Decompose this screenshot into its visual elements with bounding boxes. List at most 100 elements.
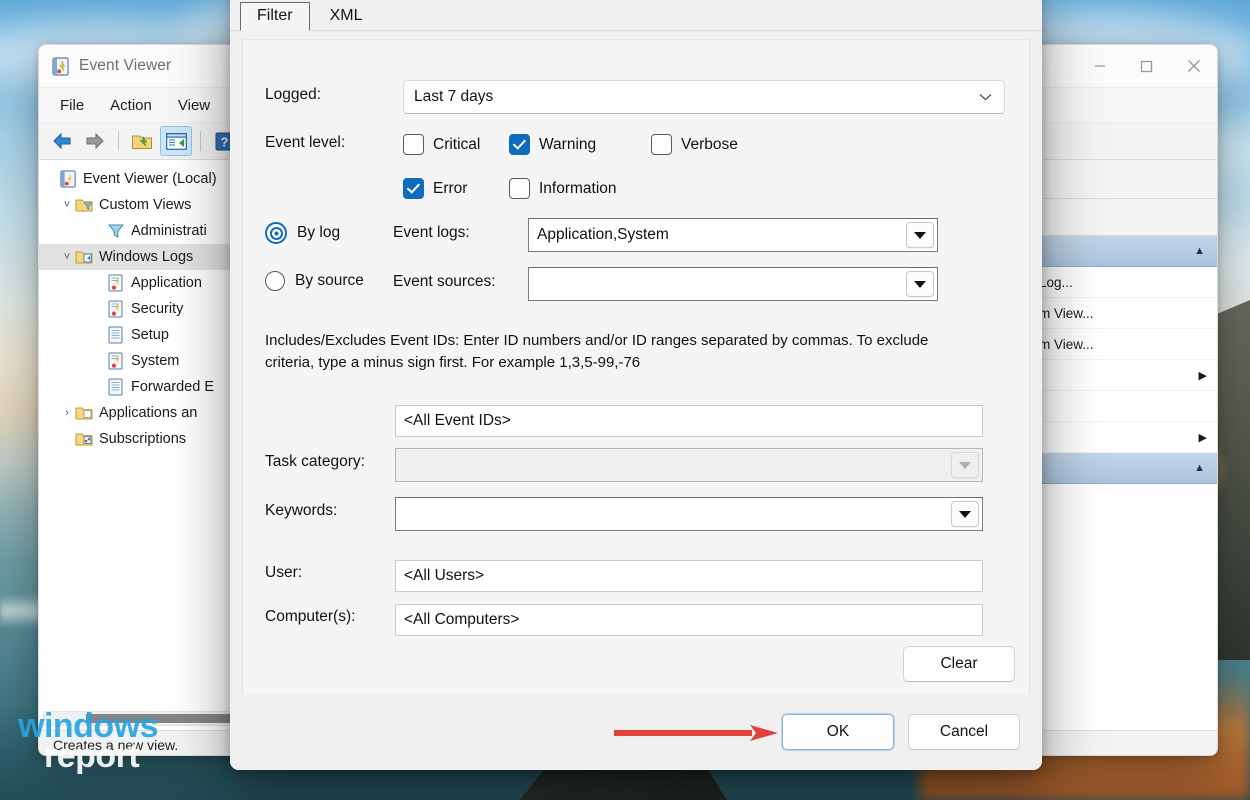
checkbox-box[interactable] (509, 178, 530, 199)
dropdown-button[interactable] (951, 501, 979, 527)
log-warning-icon (107, 300, 125, 318)
event-ids-help-text: Includes/Excludes Event IDs: Enter ID nu… (265, 330, 980, 374)
actions-section-header[interactable]: ▲ (1029, 236, 1217, 267)
cancel-button[interactable]: Cancel (908, 714, 1020, 750)
toolbar-separator-2 (200, 131, 201, 151)
radio-circle[interactable] (265, 271, 285, 291)
back-button[interactable] (47, 127, 77, 155)
triangle-down-icon (914, 281, 926, 288)
tree-item-subscriptions[interactable]: Subscriptions (39, 426, 239, 452)
open-saved-log-button[interactable] (127, 127, 157, 155)
checkbox-box[interactable] (509, 134, 530, 155)
checkbox-box[interactable] (403, 134, 424, 155)
event-ids-value: <All Event IDs> (404, 412, 511, 430)
dropdown-button[interactable] (906, 222, 934, 248)
computers-input[interactable]: <All Computers> (395, 604, 983, 636)
checkbox-box[interactable] (403, 178, 424, 199)
event-logs-combobox[interactable]: Application,System (528, 218, 938, 252)
task-category-combobox[interactable] (395, 448, 983, 482)
show-pane-button[interactable] (160, 126, 192, 156)
menu-action[interactable]: Action (99, 93, 163, 118)
triangle-down-icon (959, 511, 971, 518)
checkbox-error[interactable]: Error (403, 178, 467, 199)
folder-subs-icon (75, 430, 93, 448)
close-button[interactable] (1170, 45, 1217, 87)
tree-item-label: Windows Logs (99, 249, 193, 265)
user-input[interactable]: <All Users> (395, 560, 983, 592)
tree-item-label: Subscriptions (99, 431, 186, 447)
radio-label: By source (295, 272, 364, 290)
triangle-down-icon (914, 232, 926, 239)
toolbar-separator (118, 131, 119, 151)
console-tree[interactable]: Event Viewer (Local) ˅ Custom Views Admi… (39, 160, 240, 730)
tree-item-applications-and-services[interactable]: › Applications an (39, 400, 239, 426)
radio-circle[interactable] (265, 222, 287, 244)
radio-by-source[interactable]: By source (265, 271, 364, 291)
tree-item-setup[interactable]: Setup (39, 322, 239, 348)
checkbox-warning[interactable]: Warning (509, 134, 596, 155)
checkbox-information[interactable]: Information (509, 178, 617, 199)
checkbox-label: Critical (433, 136, 480, 154)
tree-twisty[interactable]: ˅ (59, 251, 75, 263)
tree-twisty[interactable]: ˅ (59, 199, 75, 211)
clear-button[interactable]: Clear (903, 646, 1015, 682)
checkbox-box[interactable] (651, 134, 672, 155)
event-logs-value: Application,System (537, 226, 669, 244)
tree-item-forwarded-events[interactable]: Forwarded E (39, 374, 239, 400)
computers-value: <All Computers> (404, 611, 519, 629)
action-item[interactable]: Log... (1029, 267, 1217, 298)
annotation-arrow (612, 723, 782, 743)
tree-item[interactable]: Event Viewer (Local) (39, 166, 239, 192)
maximize-button[interactable] (1123, 45, 1170, 87)
tree-item-label: Event Viewer (Local) (83, 171, 217, 187)
collapse-icon[interactable]: ▲ (1194, 245, 1205, 257)
submenu-chevron-icon: ▶ (1199, 431, 1207, 444)
action-label: m View... (1039, 306, 1094, 321)
action-item[interactable]: ▶ (1029, 360, 1217, 391)
tree-item-windows-logs[interactable]: ˅ Windows Logs (39, 244, 239, 270)
computers-label-wrap: Computer(s): (265, 608, 355, 626)
logged-combobox[interactable]: Last 7 days (403, 80, 1005, 114)
tree-item-application[interactable]: Application (39, 270, 239, 296)
forward-button[interactable] (80, 127, 110, 155)
action-item[interactable] (1029, 391, 1217, 422)
tree-item-label: Setup (131, 327, 169, 343)
actions-section-header-2[interactable]: ▲ (1029, 453, 1217, 484)
menu-file[interactable]: File (49, 93, 95, 118)
tab-xml[interactable]: XML (314, 3, 379, 30)
actions-top-strip (1029, 160, 1217, 199)
tree-item[interactable]: ˅ Custom Views (39, 192, 239, 218)
tree-item-system[interactable]: System (39, 348, 239, 374)
watermark-line-2: report (18, 742, 158, 772)
dialog-tabs: Filter XML (230, 0, 1042, 31)
checkbox-critical[interactable]: Critical (403, 134, 480, 155)
radio-by-log[interactable]: By log (265, 222, 340, 244)
task-category-label: Task category: (265, 453, 365, 471)
dropdown-button[interactable] (951, 452, 979, 478)
submenu-chevron-icon: ▶ (1199, 369, 1207, 382)
dropdown-button[interactable] (906, 271, 934, 297)
log-warning-icon (107, 274, 125, 292)
event-viewer-icon (59, 170, 77, 188)
minimize-button[interactable] (1076, 45, 1123, 87)
ok-button[interactable]: OK (782, 714, 894, 750)
action-item[interactable]: ▶ (1029, 422, 1217, 453)
tree-item-security[interactable]: Security (39, 296, 239, 322)
collapse-icon[interactable]: ▲ (1194, 462, 1205, 474)
action-item[interactable]: m View... (1029, 298, 1217, 329)
tab-filter[interactable]: Filter (240, 2, 310, 31)
keywords-combobox[interactable] (395, 497, 983, 531)
checkbox-label: Error (433, 180, 467, 198)
menu-view[interactable]: View (167, 93, 221, 118)
filter-pane: Logged: Last 7 days Event level: Critica… (242, 39, 1030, 701)
event-ids-input[interactable]: <All Event IDs> (395, 405, 983, 437)
action-item[interactable]: m View... (1029, 329, 1217, 360)
event-sources-combobox[interactable] (528, 267, 938, 301)
folder-apps-icon (75, 404, 93, 422)
event-logs-label: Event logs: (393, 224, 470, 242)
tree-item[interactable]: Administrati (39, 218, 239, 244)
checkbox-verbose[interactable]: Verbose (651, 134, 738, 155)
folder-logs-icon (75, 248, 93, 266)
tree-twisty[interactable]: › (59, 407, 75, 419)
checkbox-label: Information (539, 180, 617, 198)
